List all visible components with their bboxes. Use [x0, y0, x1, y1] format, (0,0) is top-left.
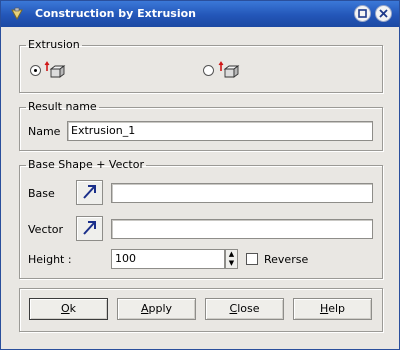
extrusion-option-1-radio[interactable] — [30, 65, 41, 76]
select-vector-button[interactable] — [76, 216, 103, 241]
dialog-window: Construction by Extrusion Extrusion Resu… — [0, 0, 400, 350]
height-spin-arrows[interactable]: ▲ ▼ — [225, 249, 238, 269]
name-field[interactable]: Extrusion_1 — [67, 121, 373, 141]
vector-label: Vector — [28, 223, 64, 236]
extrusion-group: Extrusion — [19, 39, 383, 93]
close-button[interactable]: Close — [205, 298, 284, 320]
spin-down-icon[interactable]: ▼ — [226, 259, 237, 268]
maximize-icon — [358, 9, 367, 18]
window-title: Construction by Extrusion — [35, 7, 196, 20]
height-label: Height : — [28, 253, 72, 266]
base-shape-vector-legend: Base Shape + Vector — [28, 158, 144, 171]
app-icon — [11, 7, 23, 21]
extrusion-legend: Extrusion — [28, 38, 80, 51]
ok-mnemonic: O — [60, 302, 70, 315]
apply-mnemonic: A — [140, 302, 149, 315]
close-label: lose — [237, 302, 260, 315]
name-label: Name — [28, 125, 61, 138]
help-label: elp — [328, 302, 346, 315]
apply-button[interactable]: Apply — [117, 298, 196, 320]
close-icon — [379, 9, 388, 18]
apply-label: pply — [148, 302, 173, 315]
ok-button[interactable]: Ok — [29, 298, 108, 320]
extrusion-option-2-radio[interactable] — [203, 65, 214, 76]
extrude-cube-arrow-icon — [218, 61, 240, 78]
select-arrow-icon — [83, 185, 96, 199]
maximize-button[interactable] — [354, 5, 371, 22]
help-button[interactable]: Help — [293, 298, 372, 320]
result-name-legend: Result name — [28, 100, 97, 113]
close-window-button[interactable] — [375, 5, 392, 22]
vector-field[interactable] — [111, 219, 373, 239]
select-base-button[interactable] — [76, 180, 103, 205]
ok-label: k — [69, 302, 77, 315]
help-mnemonic: H — [319, 302, 329, 315]
reverse-checkbox[interactable] — [246, 253, 258, 265]
spin-up-icon[interactable]: ▲ — [226, 250, 237, 259]
title-bar[interactable]: Construction by Extrusion — [1, 1, 399, 27]
height-spinbox[interactable]: 100 — [111, 249, 225, 269]
extrude-cube-red-arrow-icon — [44, 61, 66, 78]
base-label: Base — [28, 187, 55, 200]
base-field[interactable] — [111, 183, 373, 203]
reverse-label: Reverse — [264, 253, 309, 266]
select-arrow-icon — [83, 221, 96, 235]
